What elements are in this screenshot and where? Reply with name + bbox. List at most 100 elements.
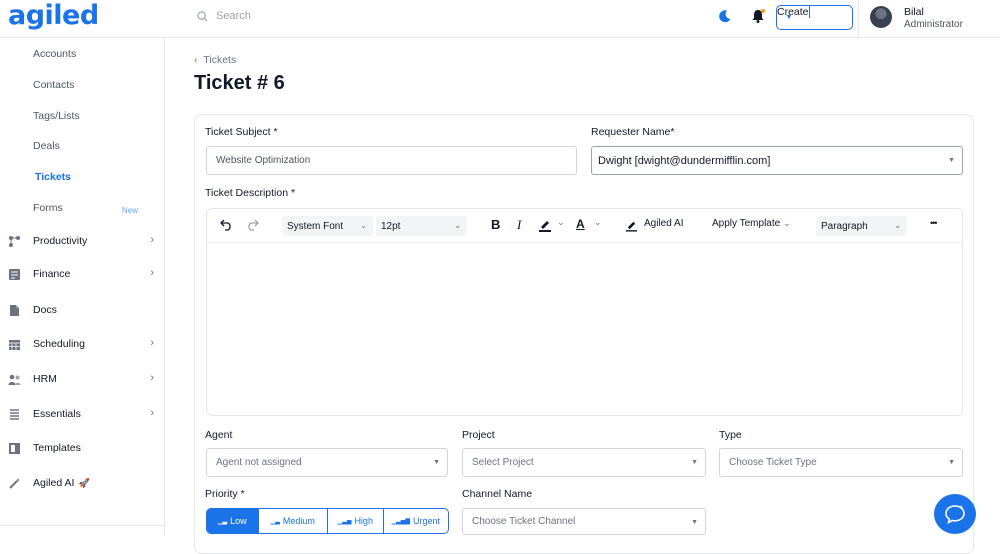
chevron-down-icon: ⌄ [454, 221, 461, 230]
priority-option-label: Medium [282, 516, 315, 526]
sidebar-item-contacts[interactable]: Contacts [33, 79, 74, 91]
italic-button[interactable]: I [517, 217, 521, 233]
font-family-select[interactable]: System Font ⌄ [282, 216, 373, 236]
chevron-down-icon: ⌄ [360, 221, 367, 230]
apply-template-label: Apply Template [712, 218, 781, 229]
undo-icon[interactable] [220, 219, 233, 231]
sidebar-item-finance[interactable]: Finance › [8, 265, 158, 283]
apply-template-button[interactable]: Apply Template ⌄ [712, 218, 791, 229]
highlight-icon[interactable] [538, 218, 552, 232]
priority-label: Priority * [205, 488, 245, 500]
create-button[interactable]: Create ▼ [776, 5, 853, 30]
sidebar-item-agiled-ai[interactable]: Agiled AI 🚀 [8, 474, 158, 492]
description-editor[interactable]: System Font ⌄ 12pt ⌄ B I ⌄ A ⌄ Agiled AI A… [206, 208, 963, 416]
brand-logo[interactable]: agiled [8, 0, 99, 31]
agiled-ai-button[interactable]: Agiled AI [644, 218, 683, 229]
redo-icon[interactable] [246, 219, 259, 231]
agent-select[interactable]: Agent not assigned ▼ [206, 448, 448, 477]
type-placeholder: Choose Ticket Type [729, 457, 817, 468]
more-options-button[interactable]: ••• [930, 218, 938, 228]
chat-support-button[interactable] [934, 494, 976, 534]
breadcrumb[interactable]: ‹ Tickets [194, 54, 236, 66]
font-size-select[interactable]: 12pt ⌄ [376, 216, 467, 236]
sidebar-item-label: Scheduling [33, 338, 85, 350]
sidebar-item-label: HRM [33, 373, 57, 385]
sidebar-item-tickets[interactable]: Tickets [35, 171, 71, 183]
subject-input[interactable]: Website Optimization [206, 146, 577, 175]
sidebar-item-accounts[interactable]: Accounts [33, 48, 76, 60]
requester-value: Dwight [dwight@dundermifflin.com] [598, 154, 771, 167]
chevron-right-icon: › [150, 234, 154, 246]
avatar[interactable] [870, 6, 892, 28]
chevron-right-icon: › [150, 337, 154, 349]
project-select[interactable]: Select Project ▼ [462, 448, 706, 477]
agent-value: Agent not assigned [216, 457, 302, 468]
productivity-icon [9, 235, 20, 247]
search-input[interactable]: Search [216, 10, 251, 22]
sidebar-item-hrm[interactable]: HRM › [8, 370, 158, 388]
chevron-right-icon: › [150, 267, 154, 279]
sidebar-item-scheduling[interactable]: Scheduling › [8, 335, 158, 353]
moon-icon[interactable] [718, 9, 732, 23]
sidebar-item-label: Productivity [33, 235, 88, 247]
chevron-right-icon: › [150, 407, 154, 419]
chevron-down-icon: ▼ [948, 459, 955, 466]
priority-low-button[interactable]: ▁▃ Low [207, 509, 259, 533]
signal-icon: ▁▃ [270, 518, 280, 525]
page-title: Ticket # 6 [194, 72, 285, 94]
sidebar-item-essentials[interactable]: Essentials › [8, 405, 158, 423]
chevron-right-icon: › [150, 372, 154, 384]
priority-option-label: Urgent [413, 516, 441, 526]
priority-medium-button[interactable]: ▁▃ Medium [259, 509, 328, 533]
pen-icon [625, 221, 638, 232]
channel-label: Channel Name [462, 488, 533, 500]
editor-toolbar: System Font ⌄ 12pt ⌄ B I ⌄ A ⌄ Agiled AI A… [207, 209, 962, 243]
sidebar-item-label: Essentials [33, 408, 81, 420]
sidebar-item-label: Agiled AI [33, 477, 75, 489]
sidebar-item-forms[interactable]: Forms [33, 202, 63, 214]
chevron-down-icon: ▼ [691, 459, 698, 466]
sidebar-item-templates[interactable]: Templates [8, 439, 158, 457]
sidebar-item-docs[interactable]: Docs [8, 301, 158, 319]
description-label: Ticket Description * [205, 187, 296, 199]
sidebar-item-label: Finance [33, 268, 71, 280]
requester-select[interactable]: Dwight [dwight@dundermifflin.com] ▼ [591, 146, 963, 175]
channel-placeholder: Choose Ticket Channel [472, 516, 576, 527]
sidebar-item-deals[interactable]: Deals [33, 140, 60, 152]
agent-label: Agent [205, 429, 233, 441]
requester-label: Requester Name* [591, 126, 675, 138]
magic-wand-icon [9, 477, 20, 489]
user-name[interactable]: Bilal [904, 6, 924, 18]
search-icon [197, 10, 208, 22]
signal-icon: ▁▃▅▇ [391, 518, 410, 525]
priority-urgent-button[interactable]: ▁▃▅▇ Urgent [384, 509, 448, 533]
font-family-value: System Font [287, 220, 344, 232]
project-placeholder: Select Project [472, 457, 534, 468]
sidebar: Accounts Contacts Tags/Lists Deals Ticke… [0, 38, 165, 536]
chevron-down-icon[interactable]: ⌄ [594, 217, 602, 228]
people-icon [8, 374, 21, 385]
font-size-value: 12pt [381, 220, 401, 232]
sidebar-item-label: Docs [33, 304, 57, 316]
type-label: Type [719, 429, 742, 441]
sidebar-divider [0, 525, 165, 526]
bell-icon[interactable] [750, 8, 766, 24]
create-button-label[interactable]: Create [777, 6, 810, 18]
block-format-select[interactable]: Paragraph ⌄ [816, 216, 907, 236]
essentials-icon [10, 408, 19, 420]
chevron-down-icon: ⌄ [782, 218, 791, 228]
search-box[interactable]: Search [197, 10, 251, 22]
text-color-button[interactable]: A [576, 217, 585, 231]
priority-high-button[interactable]: ▁▃▅ High [328, 509, 384, 533]
sidebar-item-tags-lists[interactable]: Tags/Lists [33, 110, 80, 122]
breadcrumb-tickets[interactable]: Tickets [203, 54, 236, 66]
type-select[interactable]: Choose Ticket Type ▼ [719, 448, 963, 477]
finance-icon [9, 268, 20, 280]
channel-select[interactable]: Choose Ticket Channel ▼ [462, 508, 706, 535]
subject-label: Ticket Subject * [205, 126, 278, 138]
rocket-icon: 🚀 [78, 477, 90, 488]
bold-button[interactable]: B [491, 217, 500, 232]
sidebar-item-productivity[interactable]: Productivity › [8, 232, 158, 250]
chevron-down-icon[interactable]: ⌄ [557, 217, 565, 228]
priority-segmented-control: ▁▃ Low ▁▃ Medium ▁▃▅ High ▁▃▅▇ Urgent [206, 508, 449, 534]
